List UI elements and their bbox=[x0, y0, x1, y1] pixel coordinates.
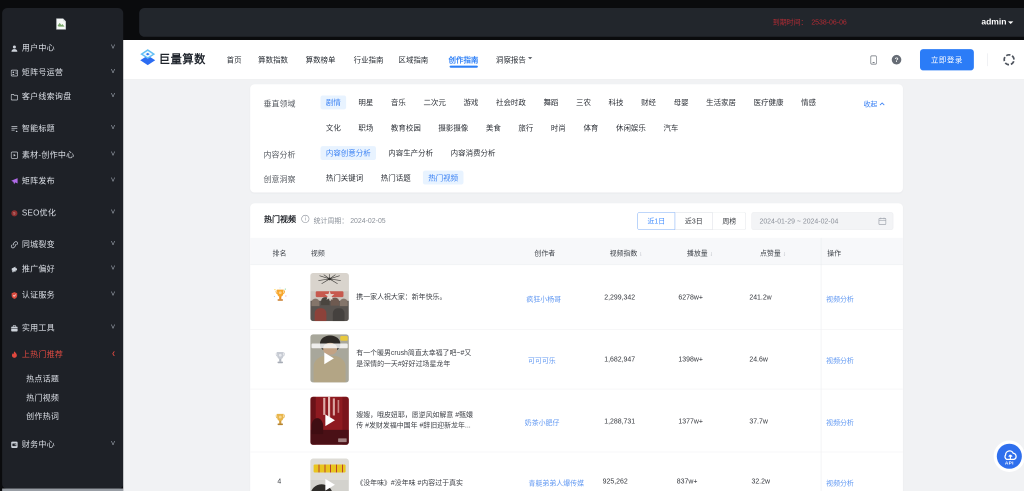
svg-text:S: S bbox=[13, 212, 16, 216]
